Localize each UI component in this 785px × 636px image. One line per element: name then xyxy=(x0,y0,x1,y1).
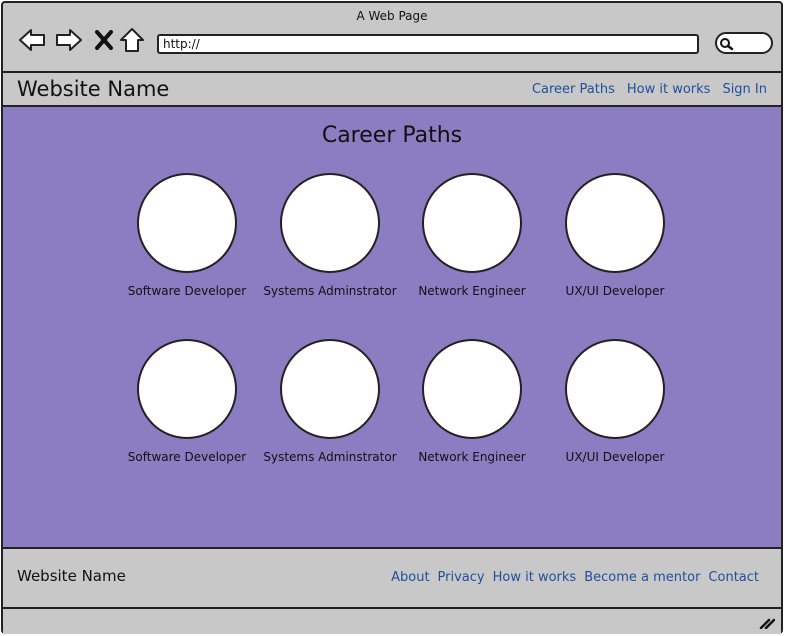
career-label[interactable]: Network Engineer xyxy=(402,450,542,464)
footer-nav: About Privacy How it works Become a ment… xyxy=(391,570,759,585)
career-image-placeholder[interactable] xyxy=(422,173,522,273)
search-icon xyxy=(720,38,734,51)
footer-link-privacy[interactable]: Privacy xyxy=(438,570,485,585)
career-card[interactable]: Software Developer xyxy=(117,173,257,298)
career-card[interactable]: Network Engineer xyxy=(402,339,542,464)
nav-link-career-paths[interactable]: Career Paths xyxy=(532,82,615,97)
site-header: Website Name Career Paths How it works S… xyxy=(3,73,781,106)
footer-link-how-it-works[interactable]: How it works xyxy=(493,570,577,585)
career-image-placeholder[interactable] xyxy=(280,339,380,439)
career-label[interactable]: Software Developer xyxy=(117,450,257,464)
site-footer: Website Name About Privacy How it works … xyxy=(3,549,781,607)
stop-x-icon[interactable] xyxy=(89,25,119,55)
career-image-placeholder[interactable] xyxy=(137,173,237,273)
career-card[interactable]: Network Engineer xyxy=(402,173,542,298)
footer-link-become-a-mentor[interactable]: Become a mentor xyxy=(584,570,700,585)
career-card[interactable]: UX/UI Developer xyxy=(545,173,685,298)
career-card[interactable]: Systems Adminstrator xyxy=(260,173,400,298)
main-content: Career Paths Software Developer Systems … xyxy=(3,107,781,547)
career-label[interactable]: Software Developer xyxy=(117,284,257,298)
career-label[interactable]: UX/UI Developer xyxy=(545,450,685,464)
home-icon[interactable] xyxy=(117,25,147,55)
footer-link-contact[interactable]: Contact xyxy=(708,570,759,585)
address-bar[interactable]: http:// xyxy=(157,34,699,54)
window-title: A Web Page xyxy=(356,9,428,23)
page-title: Career Paths xyxy=(321,123,463,148)
career-image-placeholder[interactable] xyxy=(422,339,522,439)
footer-brand: Website Name xyxy=(17,567,126,585)
career-card[interactable]: Systems Adminstrator xyxy=(260,339,400,464)
status-bar xyxy=(3,609,781,634)
career-label[interactable]: Systems Adminstrator xyxy=(260,284,400,298)
browser-window: A Web Page http:// Website Name Career P… xyxy=(1,1,783,634)
career-image-placeholder[interactable] xyxy=(280,173,380,273)
resize-grip-icon[interactable] xyxy=(759,615,775,629)
career-image-placeholder[interactable] xyxy=(565,339,665,439)
site-brand[interactable]: Website Name xyxy=(17,77,169,101)
career-image-placeholder[interactable] xyxy=(565,173,665,273)
browser-search-box[interactable] xyxy=(715,32,773,54)
career-card[interactable]: UX/UI Developer xyxy=(545,339,685,464)
career-image-placeholder[interactable] xyxy=(137,339,237,439)
career-label[interactable]: UX/UI Developer xyxy=(545,284,685,298)
career-label[interactable]: Network Engineer xyxy=(402,284,542,298)
top-nav: Career Paths How it works Sign In xyxy=(532,82,767,97)
career-label[interactable]: Systems Adminstrator xyxy=(260,450,400,464)
back-arrow-icon[interactable] xyxy=(17,25,47,55)
nav-link-how-it-works[interactable]: How it works xyxy=(627,82,711,97)
footer-link-about[interactable]: About xyxy=(391,570,429,585)
forward-arrow-icon[interactable] xyxy=(54,25,84,55)
nav-link-sign-in[interactable]: Sign In xyxy=(722,82,767,97)
career-card[interactable]: Software Developer xyxy=(117,339,257,464)
